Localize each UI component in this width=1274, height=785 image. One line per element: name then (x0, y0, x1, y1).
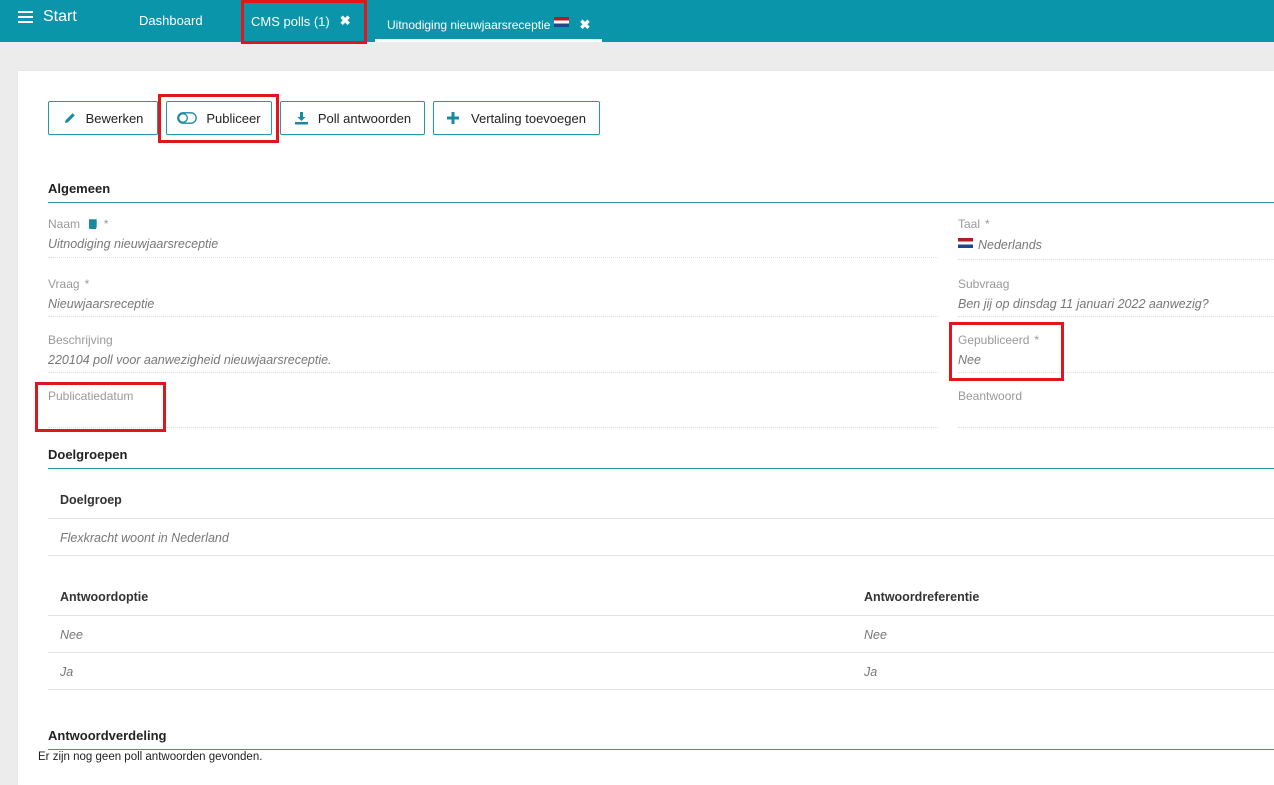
add-translation-button[interactable]: Vertaling toevoegen (433, 101, 600, 135)
field-separator (48, 372, 938, 373)
nl-flag-icon (554, 17, 570, 27)
download-icon (294, 111, 309, 125)
beschrijving-label: Beschrijving (48, 333, 113, 347)
tab-cms-polls-label: CMS polls (1) (251, 13, 330, 29)
field-separator (958, 427, 1274, 428)
section-title-algemeen: Algemeen (48, 181, 111, 196)
vraag-label: Vraag * (48, 277, 90, 291)
table-divider (48, 689, 1274, 690)
table-divider (48, 652, 1274, 653)
section-divider (48, 202, 1274, 203)
poll-answers-button[interactable]: Poll antwoorden (280, 101, 425, 135)
table-cell-referentie: Ja (864, 665, 878, 679)
start-menu-button[interactable]: Start (18, 8, 77, 26)
table-divider (48, 615, 1274, 616)
beantwoord-label: Beantwoord (958, 389, 1023, 403)
nl-flag-icon (958, 238, 973, 248)
empty-message: Er zijn nog geen poll antwoorden gevonde… (38, 751, 263, 763)
beschrijving-value: 220104 poll voor aanwezigheid nieuwjaars… (48, 353, 332, 367)
doelgroep-header: Doelgroep (60, 493, 122, 507)
section-title-doelgroepen: Doelgroepen (48, 447, 128, 462)
tab-uitnodiging-label: Uitnodiging nieuwjaarsreceptie (387, 18, 551, 32)
top-navigation-bar: Start Dashboard CMS polls (1) ✖ Uitnodig… (0, 0, 1274, 42)
field-separator (958, 372, 1274, 373)
field-separator (48, 427, 938, 428)
section-title-antwoordverdeling: Antwoordverdeling (48, 728, 167, 743)
table-divider (48, 518, 1274, 519)
edit-button[interactable]: Bewerken (48, 101, 158, 135)
publish-button-label: Publiceer (206, 110, 261, 126)
gepubliceerd-label: Gepubliceerd * (958, 333, 1040, 347)
active-tab-indicator (375, 39, 602, 42)
gepubliceerd-value: Nee (958, 353, 981, 367)
antwoordreferentie-header: Antwoordreferentie (864, 590, 980, 604)
pencil-icon (63, 111, 77, 125)
naam-value: Uitnodiging nieuwjaarsreceptie (48, 237, 219, 251)
edit-button-label: Bewerken (85, 110, 144, 126)
book-icon (87, 218, 98, 232)
close-icon[interactable]: ✖ (340, 13, 351, 29)
tab-cms-polls[interactable]: CMS polls (1) ✖ (251, 13, 351, 29)
start-label: Start (43, 8, 77, 25)
field-separator (48, 257, 938, 258)
hamburger-icon (18, 11, 33, 23)
taal-value: Nederlands (958, 238, 1042, 252)
taal-label: Taal * (958, 217, 990, 231)
subvraag-label: Subvraag (958, 277, 1010, 291)
field-separator (958, 316, 1274, 317)
tab-uitnodiging[interactable]: Uitnodiging nieuwjaarsreceptie ✖ (387, 17, 590, 33)
naam-label: Naam * (48, 217, 109, 232)
field-separator (958, 259, 1274, 260)
antwoordoptie-header: Antwoordoptie (60, 590, 149, 604)
field-separator (48, 316, 938, 317)
section-divider (48, 468, 1274, 469)
publish-button[interactable]: Publiceer (166, 101, 272, 135)
section-divider (48, 749, 1274, 750)
table-row: Flexkracht woont in Nederland (60, 531, 229, 545)
tab-dashboard[interactable]: Dashboard (139, 13, 203, 28)
add-translation-button-label: Vertaling toevoegen (471, 110, 586, 126)
publicatiedatum-label: Publicatiedatum (48, 389, 134, 403)
table-cell-optie: Ja (60, 665, 74, 679)
toggle-icon (177, 112, 198, 124)
vraag-value: Nieuwjaarsreceptie (48, 297, 155, 311)
table-cell-optie: Nee (60, 628, 83, 642)
table-cell-referentie: Nee (864, 628, 887, 642)
plus-icon (447, 112, 460, 124)
close-icon[interactable]: ✖ (579, 17, 590, 33)
table-divider (48, 555, 1274, 556)
poll-answers-button-label: Poll antwoorden (317, 110, 412, 126)
tab-dashboard-label: Dashboard (139, 13, 203, 28)
subvraag-value: Ben jij op dinsdag 11 januari 2022 aanwe… (958, 297, 1209, 311)
content-panel (18, 71, 1274, 785)
